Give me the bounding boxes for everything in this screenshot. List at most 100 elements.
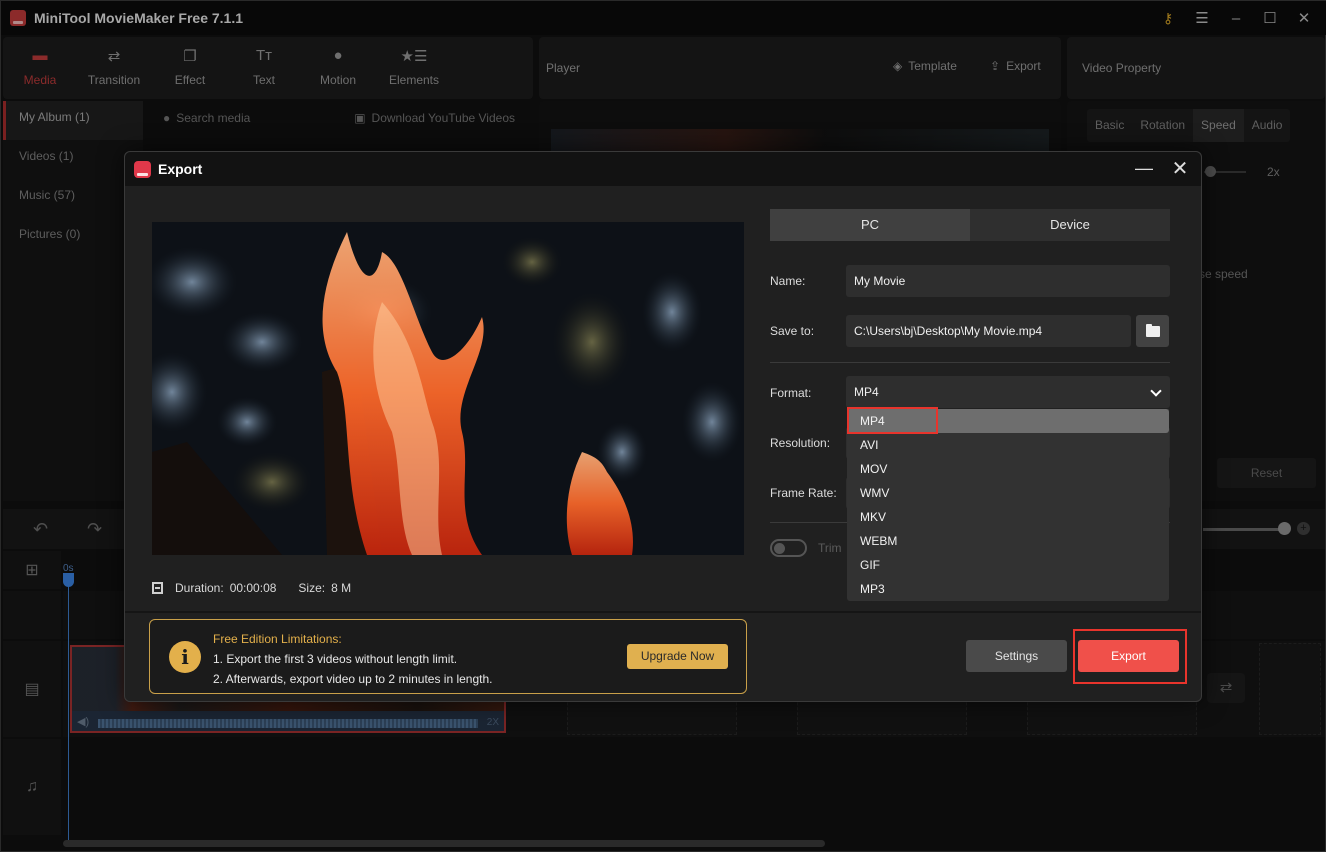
transition-arrows-icon: ⇄ <box>107 48 121 65</box>
tab-speed[interactable]: Speed <box>1193 109 1244 142</box>
folder-icon: ▬ <box>32 47 48 64</box>
app-title: MiniTool MovieMaker Free 7.1.1 <box>34 10 244 26</box>
size-value: 8 M <box>331 581 352 595</box>
limitation-line-1: 1. Export the first 3 videos without len… <box>213 652 458 666</box>
redo-icon[interactable]: ↷ <box>87 519 102 540</box>
frame-rate-label: Frame Rate: <box>770 486 837 500</box>
swap-icon[interactable]: ⇄ <box>1207 673 1245 703</box>
tab-basic[interactable]: Basic <box>1087 109 1132 142</box>
app-logo-icon <box>134 160 151 178</box>
speed-slider-handle[interactable] <box>1205 166 1216 177</box>
export-button[interactable]: Export <box>1078 640 1179 672</box>
clip-audio-strip: ◀) 2X <box>72 711 504 731</box>
format-option-mov[interactable]: MOV <box>847 457 1169 481</box>
media-sidebar: My Album (1) Videos (1) Music (57) Pictu… <box>3 101 143 501</box>
export-target-toggle: PC Device <box>770 209 1170 241</box>
tab-device[interactable]: Device <box>970 209 1170 241</box>
folder-icon <box>1145 323 1160 337</box>
format-option-gif[interactable]: GIF <box>847 553 1169 577</box>
format-option-avi[interactable]: AVI <box>847 433 1169 457</box>
music-track <box>63 739 1325 835</box>
player-export-label: Export <box>1006 59 1041 73</box>
info-icon: i <box>169 641 201 673</box>
format-select[interactable]: MP4 <box>846 376 1170 408</box>
tab-rotation[interactable]: Rotation <box>1132 109 1193 142</box>
format-option-webm[interactable]: WEBM <box>847 529 1169 553</box>
tab-motion-label: Motion <box>319 73 357 87</box>
save-path-field[interactable]: C:\Users\bj\Desktop\My Movie.mp4 <box>846 315 1131 347</box>
browse-folder-button[interactable] <box>1136 315 1169 347</box>
format-option-mp4[interactable]: MP4 <box>847 409 1169 433</box>
transition-slot[interactable] <box>1259 643 1321 735</box>
sidebar-item-music[interactable]: Music (57) <box>3 179 143 218</box>
format-option-wmv[interactable]: WMV <box>847 481 1169 505</box>
effect-icon: ❐ <box>183 48 197 65</box>
app-logo-icon <box>10 10 26 26</box>
duration-label: Duration: <box>175 581 224 595</box>
motion-icon: ● <box>333 47 343 64</box>
export-dialog-title: Export <box>158 161 203 177</box>
minimize-icon[interactable]: – <box>1219 1 1253 35</box>
undo-icon[interactable]: ↶ <box>33 519 48 540</box>
reset-button[interactable]: Reset <box>1217 458 1316 488</box>
key-icon[interactable]: ⚷ <box>1151 1 1185 35</box>
format-dropdown: MP4 AVI MOV WMV MKV WEBM GIF MP3 <box>847 409 1169 601</box>
tab-text-label: Text <box>252 73 275 87</box>
tab-pc[interactable]: PC <box>770 209 970 241</box>
maximize-icon[interactable]: ☐ <box>1253 1 1287 35</box>
free-edition-limitations: i Free Edition Limitations: 1. Export th… <box>149 619 747 694</box>
limitation-line-2: 2. Afterwards, export video up to 2 minu… <box>213 672 493 686</box>
tab-effect[interactable]: ❐ Effect <box>155 47 225 87</box>
upload-icon: ⇪ <box>990 59 1001 73</box>
tab-media[interactable]: ▬ Media <box>5 47 75 87</box>
name-label: Name: <box>770 274 806 288</box>
tab-elements[interactable]: ★☰ Elements <box>379 47 449 87</box>
limitations-title: Free Edition Limitations: <box>213 632 342 646</box>
minimize-icon[interactable]: — <box>1131 156 1157 182</box>
sidebar-item-pictures[interactable]: Pictures (0) <box>3 218 143 257</box>
audio-waveform <box>98 719 478 728</box>
sidebar-item-videos[interactable]: Videos (1) <box>3 140 143 179</box>
youtube-icon: ▣ <box>354 111 366 125</box>
add-track-icon[interactable]: ⊞ <box>3 551 61 589</box>
tab-text[interactable]: Tт Text <box>229 47 299 87</box>
tab-audio[interactable]: Audio <box>1244 109 1291 142</box>
trim-toggle[interactable] <box>770 539 807 557</box>
music-track-icon: ♫ <box>3 739 61 835</box>
playhead-handle[interactable] <box>63 573 74 587</box>
name-field[interactable]: My Movie <box>846 265 1170 297</box>
timeline-scrollbar[interactable] <box>63 840 825 847</box>
format-selected-value: MP4 <box>854 385 879 399</box>
size-label: Size: <box>298 581 326 595</box>
player-export-button[interactable]: ⇪ Export <box>990 59 1041 73</box>
upgrade-now-button[interactable]: Upgrade Now <box>627 644 728 669</box>
close-icon[interactable]: ✕ <box>1287 1 1321 35</box>
close-icon[interactable]: ✕ <box>1167 156 1193 182</box>
sidebar-item-my-album[interactable]: My Album (1) <box>3 101 143 140</box>
timeline-zoom-handle[interactable] <box>1278 522 1291 535</box>
divider <box>770 362 1170 363</box>
template-button[interactable]: ◈ Template <box>893 59 957 73</box>
timeline-zoom-slider[interactable] <box>1203 528 1285 531</box>
export-meta: Duration: 00:00:08 Size: 8 M <box>152 581 351 595</box>
download-youtube-button[interactable]: Download YouTube Videos <box>372 111 515 125</box>
track-head-empty <box>3 591 61 639</box>
export-preview <box>152 222 744 555</box>
trim-label: Trim <box>818 541 842 555</box>
search-icon: ● <box>163 111 171 125</box>
menu-icon[interactable]: ☰ <box>1185 1 1219 35</box>
tab-transition[interactable]: ⇄ Transition <box>79 47 149 87</box>
export-dialog: Export — ✕ Duration: 00:00:08 Size: 8 M … <box>124 151 1202 702</box>
tab-motion[interactable]: ● Motion <box>303 47 373 87</box>
search-input[interactable]: Search media <box>176 111 250 125</box>
format-option-mp3[interactable]: MP3 <box>847 577 1169 601</box>
tab-effect-label: Effect <box>174 73 206 87</box>
settings-button[interactable]: Settings <box>966 640 1067 672</box>
zoom-in-icon[interactable]: + <box>1297 522 1310 535</box>
video-track-icon: ▤ <box>3 641 61 737</box>
volume-icon[interactable]: ◀) <box>77 715 89 728</box>
format-option-mkv[interactable]: MKV <box>847 505 1169 529</box>
speed-value: 2x <box>1267 165 1280 179</box>
save-to-label: Save to: <box>770 324 815 338</box>
reverse-speed-label: rse speed <box>1195 267 1248 281</box>
